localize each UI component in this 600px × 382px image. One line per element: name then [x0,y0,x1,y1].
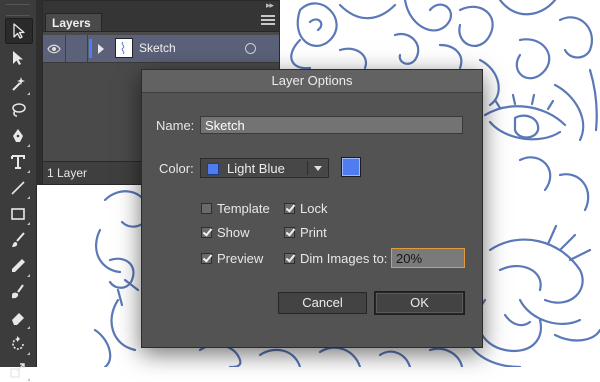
type-tool-icon[interactable] [5,150,31,174]
name-label: Name: [156,118,195,133]
pencil-icon[interactable] [5,254,31,278]
preview-label: Preview [217,251,264,266]
chevron-down-icon [314,166,322,171]
selection-tool-icon[interactable] [5,18,33,44]
tools-panel-grip[interactable] [6,4,30,16]
lock-toggle[interactable] [65,35,88,62]
dialog-title[interactable]: Layer Options [142,70,482,93]
lock-label: Lock [300,201,328,216]
show-checkbox[interactable] [201,227,212,238]
template-checkbox[interactable] [201,203,212,214]
color-label: Color: [159,161,194,176]
cancel-button[interactable]: Cancel [278,292,367,314]
tools-panel [0,0,37,381]
layer-row-sketch[interactable]: Sketch [43,35,279,63]
dim-images-label: Dim Images to: [300,251,388,266]
target-icon[interactable] [245,43,256,54]
rotate-tool-icon[interactable] [5,332,31,356]
magic-wand-icon[interactable] [5,72,31,96]
direct-selection-tool-icon[interactable] [5,46,31,70]
visibility-toggle[interactable] [43,35,66,62]
rectangle-tool-icon[interactable] [5,202,31,226]
preview-checkbox[interactable] [201,253,212,264]
template-label: Template [217,201,270,216]
dim-images-field[interactable] [391,248,465,268]
show-label: Show [217,225,250,240]
line-tool-icon[interactable] [5,176,31,200]
scale-tool-icon[interactable] [5,358,31,382]
layer-color-indicator [89,39,92,58]
layer-options-dialog: Layer Options Name: Color: Light Blue Te… [141,69,483,348]
lock-checkbox[interactable] [284,203,295,214]
lasso-icon[interactable] [5,98,31,122]
color-dropdown[interactable]: Light Blue [200,158,329,178]
dropdown-divider [307,161,308,175]
dim-images-checkbox[interactable] [284,253,295,264]
expand-arrow-icon[interactable] [98,44,104,54]
ok-button[interactable]: OK [375,292,464,314]
pen-tool-icon[interactable] [5,124,31,148]
layer-name-field[interactable] [200,116,463,134]
layer-thumbnail [115,38,133,58]
layer-count: 1 Layer [47,166,88,180]
eye-icon [47,44,61,53]
color-dropdown-value: Light Blue [227,161,285,176]
panel-tab-bar: Layers [43,11,279,32]
panel-topbar[interactable]: ▸▸ [43,0,279,11]
print-label: Print [300,225,327,240]
collapse-panel-icon[interactable]: ▸▸ [266,0,274,11]
layer-name[interactable]: Sketch [139,41,176,55]
blob-brush-icon[interactable] [5,280,31,304]
print-checkbox[interactable] [284,227,295,238]
color-swatch-icon [207,163,219,175]
color-picker-chip[interactable] [341,157,361,177]
panel-menu-icon[interactable] [261,15,275,27]
tab-layers[interactable]: Layers [45,13,102,31]
paintbrush-icon[interactable] [5,228,31,252]
eraser-icon[interactable] [5,306,31,330]
